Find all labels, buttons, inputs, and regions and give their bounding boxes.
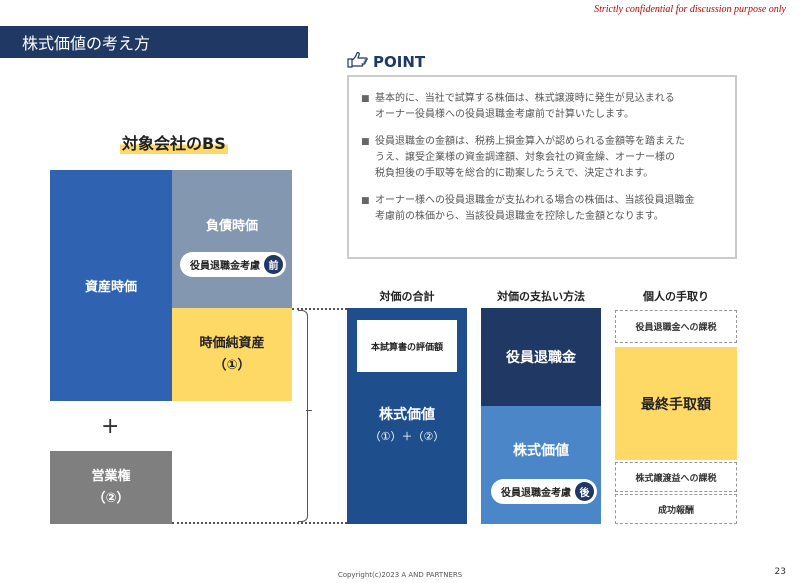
liability-label: 負債時価 xyxy=(205,218,258,234)
success-fee-label: 成功報酬 xyxy=(657,505,694,516)
confidential-notice: Strictly confidential for discussion pur… xyxy=(594,4,786,15)
point-text: 基本的に、当社で試算する株価は、株式譲渡時に発生が見込まれる xyxy=(375,93,675,104)
point-text: オーナー様への役員退職金が支払われる場合の株価は、当該役員退職金 xyxy=(375,195,695,206)
pill-label: 役員退職金考慮 xyxy=(501,488,571,499)
evaluation-box: 本試算書の評価額 xyxy=(357,320,457,372)
net-asset-block: 時価純資産 （①） xyxy=(172,308,292,401)
point-item: ■ 役員退職金の金額は、税務上損金算入が認められる金額等を踏まえた うえ、譲受企業… xyxy=(361,134,725,182)
stock-payment-block: 株式価値 役員退職金考慮 後 xyxy=(481,406,601,524)
payment-header: 対価の支払い方法 xyxy=(497,290,585,303)
page-number: 23 xyxy=(774,567,786,577)
final-takehome-label: 最終手取額 xyxy=(641,396,711,413)
point-item: ■ オーナー様への役員退職金が支払われる場合の株価は、当該役員退職金 考慮前の株価… xyxy=(361,193,725,225)
tax-transfer-label: 株式譲渡益への課税 xyxy=(635,473,717,484)
pill-badge: 前 xyxy=(264,255,283,274)
page-title: 株式価値の考え方 xyxy=(0,26,308,58)
point-text: オーナー役員様への役員退職金考慮前で計算いたします。 xyxy=(375,109,634,120)
tax-transfer-box: 株式譲渡益への課税 xyxy=(615,462,737,492)
net-asset-label: 時価純資産 xyxy=(199,335,265,351)
point-heading-text: POINT xyxy=(373,53,426,71)
retirement-payment-label: 役員退職金 xyxy=(506,350,576,366)
total-header: 対価の合計 xyxy=(379,290,435,303)
total-formula: （①）＋（②） xyxy=(369,430,445,443)
stock-payment-label: 株式価値 xyxy=(513,443,569,459)
bullet-square-icon: ■ xyxy=(361,94,370,104)
point-text: 役員退職金の金額は、税務上損金算入が認められる金額等を踏まえた xyxy=(375,136,685,147)
point-item: ■ 基本的に、当社で試算する株価は、株式譲渡時に発生が見込まれる オーナー役員様へ… xyxy=(361,91,725,123)
goodwill-label: 営業権 xyxy=(91,468,131,484)
plus-sign: + xyxy=(101,414,120,439)
goodwill-number: （②） xyxy=(92,490,130,506)
tax-retirement-box: 役員退職金への課税 xyxy=(615,310,737,343)
retirement-after-pill: 役員退職金考慮 後 xyxy=(491,479,597,504)
point-heading: POINT xyxy=(347,52,425,72)
takehome-header: 個人の手取り xyxy=(643,290,709,303)
bullet-square-icon: ■ xyxy=(361,196,370,206)
tax-retirement-label: 役員退職金への課税 xyxy=(635,323,717,333)
connector-dots-bottom xyxy=(172,522,347,524)
bullet-square-icon: ■ xyxy=(361,137,370,147)
success-fee-box: 成功報酬 xyxy=(615,494,737,524)
asset-label: 資産時価 xyxy=(84,280,137,295)
page-title-text: 株式価値の考え方 xyxy=(22,34,151,53)
pill-badge: 後 xyxy=(575,482,594,501)
point-box: ■ 基本的に、当社で試算する株価は、株式譲渡時に発生が見込まれる オーナー役員様へ… xyxy=(347,75,737,259)
point-text: 考慮前の株価から、当該役員退職金を控除した金額となります。 xyxy=(375,211,664,222)
pill-label: 役員退職金考慮 xyxy=(190,261,260,272)
pointing-hand-icon xyxy=(347,52,369,72)
brace xyxy=(298,310,308,522)
brace-tip xyxy=(306,410,312,416)
copyright: Copyright(c)2023 A AND PARTNERS xyxy=(337,571,463,579)
bs-title: 対象会社のBS xyxy=(120,130,228,154)
total-stock-label: 株式価値 xyxy=(379,407,435,423)
point-text: 税負担後の手取等を総合的に勘案したうえで、決定されます。 xyxy=(375,168,654,179)
retirement-before-pill: 役員退職金考慮 前 xyxy=(180,252,286,277)
final-takehome-block: 最終手取額 xyxy=(615,347,737,460)
net-asset-number: （①） xyxy=(213,357,251,373)
retirement-payment-block: 役員退職金 xyxy=(481,308,601,406)
asset-block: 資産時価 xyxy=(50,170,172,401)
goodwill-block: 営業権 （②） xyxy=(50,451,172,524)
total-block: 本試算書の評価額 株式価値 （①）＋（②） xyxy=(347,308,467,524)
point-text: うえ、譲受企業様の資金調達額、対象会社の資金繰、オーナー様の xyxy=(375,152,675,163)
liability-block: 負債時価 役員退職金考慮 前 xyxy=(172,170,292,308)
